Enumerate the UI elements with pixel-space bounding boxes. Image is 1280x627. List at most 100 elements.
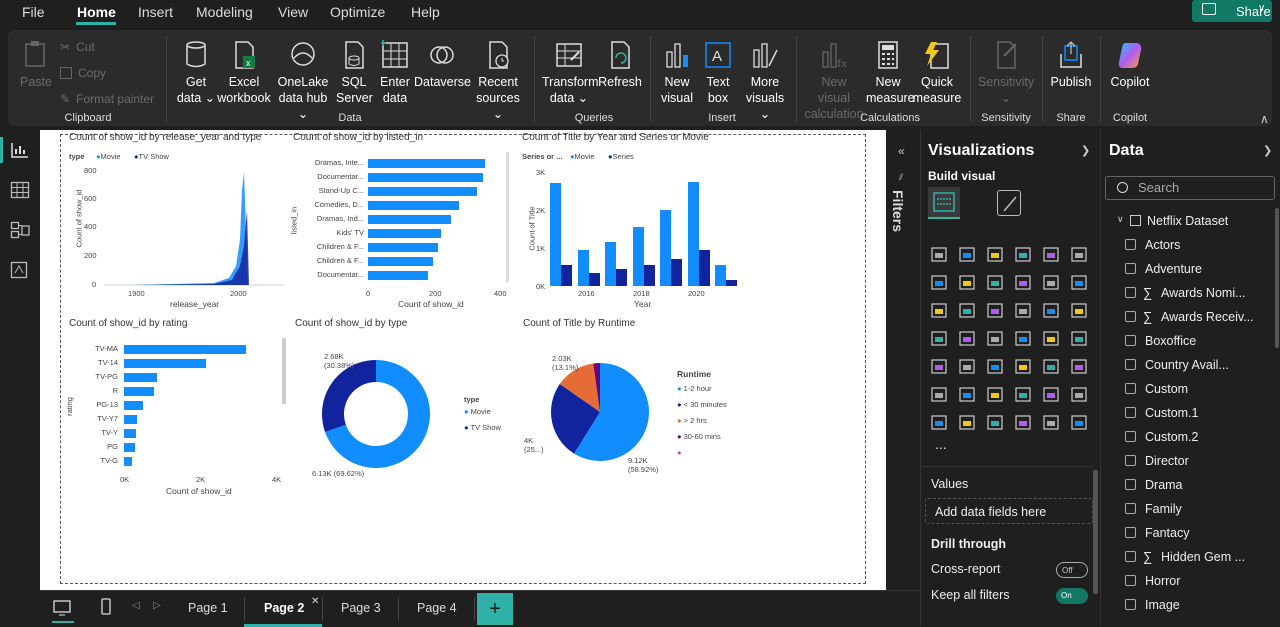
checkbox[interactable] (1125, 335, 1136, 346)
legend-item-series[interactable]: ●Series (608, 152, 634, 161)
viz-power-automate-icon[interactable] (986, 413, 1004, 431)
viz-r-visual-icon[interactable] (1070, 357, 1088, 375)
recent-sources-button[interactable]: Recent sources ⌄ (472, 40, 524, 122)
share-button[interactable]: Share ∨ (1192, 0, 1272, 22)
bar-mark[interactable] (368, 173, 484, 182)
viz-metrics-icon[interactable] (1014, 413, 1032, 431)
menu-modeling[interactable]: Modeling (196, 4, 253, 20)
viz-donut-chart-icon[interactable] (1070, 301, 1088, 319)
checkbox[interactable] (1125, 599, 1136, 610)
field-item[interactable]: Actors (1125, 238, 1180, 252)
report-canvas[interactable]: Count of show_id by release_year and typ… (40, 130, 886, 590)
legend-item-blank[interactable]: ● (677, 448, 682, 457)
legend-item-tv-show[interactable]: ●TV Show (134, 152, 169, 161)
bar-mark[interactable] (124, 401, 143, 410)
viz-table-icon[interactable] (1014, 357, 1032, 375)
cut-button[interactable]: ✂ Cut (60, 40, 95, 54)
menu-file[interactable]: File (22, 4, 45, 20)
field-item[interactable]: Fantacy (1125, 526, 1189, 540)
bar-mark[interactable] (124, 359, 206, 368)
field-item[interactable]: Adventure (1125, 262, 1202, 276)
build-visual-tab[interactable] (928, 187, 960, 219)
field-item[interactable]: Image (1125, 598, 1180, 612)
menu-help[interactable]: Help (411, 4, 440, 20)
menu-insert[interactable]: Insert (138, 4, 173, 20)
viz-area-chart-icon[interactable] (958, 273, 976, 291)
next-page-icon[interactable]: ▷ (153, 600, 161, 611)
menu-home[interactable]: Home (77, 4, 116, 20)
bar-mark[interactable] (124, 429, 136, 438)
dataset-netflix[interactable]: ∨ Netflix Dataset (1117, 214, 1228, 228)
bar-mark-movie[interactable] (715, 265, 726, 286)
search-input[interactable]: Search (1105, 176, 1275, 200)
bar-mark-movie[interactable] (632, 227, 644, 286)
bar-mark[interactable] (124, 345, 246, 354)
legend-item-under-30-minutes[interactable]: ● < 30 minutes (677, 400, 727, 409)
collapse-ribbon-icon[interactable]: ∧ (1260, 112, 1269, 126)
viz-line-chart-icon[interactable] (930, 273, 948, 291)
visual-listed-in-bar-chart[interactable]: Count of show_id by listed_in listed_in … (289, 132, 512, 309)
checkbox[interactable] (1125, 263, 1136, 274)
menu-view[interactable]: View (278, 4, 308, 20)
bar-mark-movie[interactable] (577, 249, 589, 286)
get-data-button[interactable]: Get data ⌄ (172, 40, 220, 106)
viz-combo-chart-icon[interactable] (930, 301, 948, 319)
visual-runtime-pie-chart[interactable]: Count of Title by Runtime 2.03K (13.1%) 4… (520, 318, 760, 498)
viz-stacked-column-icon[interactable] (958, 245, 976, 263)
field-item[interactable]: Custom.2 (1125, 430, 1199, 444)
excel-workbook-button[interactable]: x Excel workbook (216, 40, 272, 106)
keep-filters-toggle[interactable]: On (1056, 588, 1088, 604)
viz-gauge-icon[interactable] (1042, 329, 1060, 347)
bar-mark-movie[interactable] (605, 242, 616, 286)
new-visual-calculation-button[interactable]: fx New visual calculation (804, 40, 864, 122)
checkbox[interactable] (1125, 407, 1136, 418)
dax-query-view-icon[interactable] (10, 261, 30, 279)
checkbox[interactable] (1125, 239, 1136, 250)
viz-card-icon[interactable] (1070, 329, 1088, 347)
prev-page-icon[interactable]: ◁ (132, 600, 140, 611)
checkbox[interactable] (1125, 431, 1136, 442)
visual-release-year-area-chart[interactable]: Count of show_id by release_year and typ… (66, 132, 288, 309)
more-visuals-button[interactable]: More visuals ⌄ (742, 40, 788, 122)
mobile-layout-icon[interactable] (100, 598, 112, 616)
collapse-pane-icon[interactable]: ❯ (1263, 144, 1272, 157)
bar-mark[interactable] (368, 229, 442, 238)
visual-type-donut-chart[interactable]: Count of show_id by type 2.68K (30.38%) 6… (292, 318, 514, 498)
visual-year-column-chart[interactable]: Count of Title by Year and Series or Mov… (520, 132, 740, 309)
model-view-icon[interactable] (10, 221, 30, 239)
new-measure-button[interactable]: New measure (866, 40, 915, 106)
checkbox[interactable] (1125, 575, 1136, 586)
viz-trophy-icon[interactable] (1070, 385, 1088, 403)
checkbox[interactable] (1125, 479, 1136, 490)
field-item[interactable]: Drama (1125, 478, 1183, 492)
viz-line-clustered-icon[interactable] (1070, 273, 1088, 291)
tab-page-4[interactable]: Page 4 (417, 601, 457, 615)
bar-mark[interactable] (368, 257, 433, 266)
sensitivity-button[interactable]: Sensitivity ⌄ (976, 40, 1036, 106)
viz-paginated-report-icon[interactable] (930, 413, 948, 431)
viz-waterfall-icon[interactable] (958, 301, 976, 319)
enter-data-button[interactable]: Enter data (376, 40, 414, 106)
scrollbar[interactable] (506, 152, 509, 282)
collapse-pane-icon[interactable]: ❯ (1081, 144, 1090, 157)
viz-power-apps-icon[interactable] (958, 413, 976, 431)
slice-tv-show[interactable] (322, 360, 376, 433)
legend-item-tv-show[interactable]: ● TV Show (464, 423, 501, 432)
viz-slicer-icon[interactable] (986, 357, 1004, 375)
field-item[interactable]: Director (1125, 454, 1189, 468)
transform-data-button[interactable]: Transform data ⌄ (542, 40, 599, 106)
bar-mark-series[interactable] (698, 249, 710, 286)
bar-mark[interactable] (124, 443, 136, 452)
tab-page-2[interactable]: Page 2 (264, 601, 304, 615)
bar-mark-series[interactable] (726, 280, 737, 286)
legend-item-1-2-hour[interactable]: ● 1-2 hour (677, 384, 712, 393)
viz-filled-map-icon[interactable] (986, 329, 1004, 347)
field-item[interactable]: ∑ Hidden Gem ... (1125, 549, 1245, 564)
viz-kpi-icon[interactable] (958, 357, 976, 375)
viz-clustered-bar-icon[interactable] (986, 245, 1004, 263)
viz-pie-chart-icon[interactable] (1042, 301, 1060, 319)
field-item[interactable]: Horror (1125, 574, 1180, 588)
add-data-fields-drop-zone[interactable]: Add data fields here (925, 498, 1093, 524)
bar-mark[interactable] (368, 187, 477, 196)
expand-filters-icon[interactable]: « (898, 144, 905, 158)
